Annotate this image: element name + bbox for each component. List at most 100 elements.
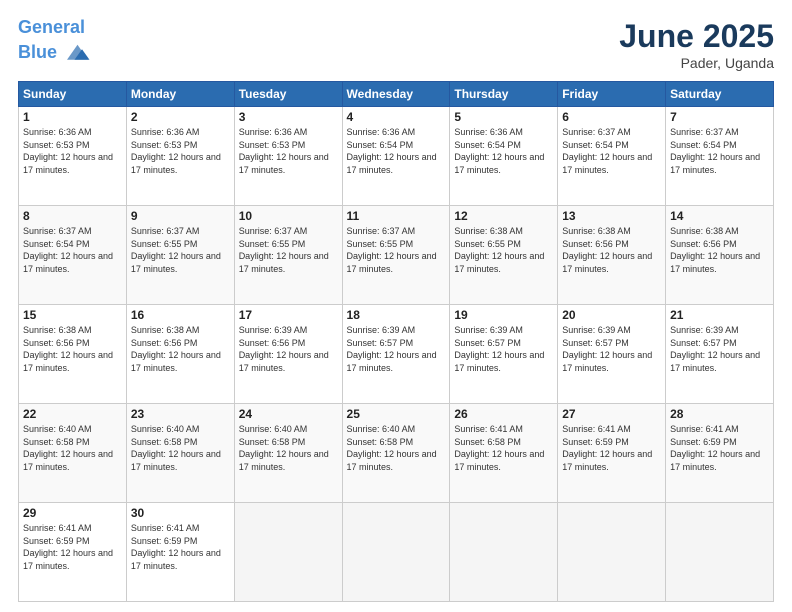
day-number: 8 xyxy=(23,209,122,223)
day-number: 10 xyxy=(239,209,338,223)
calendar-cell: 6 Sunrise: 6:37 AM Sunset: 6:54 PM Dayli… xyxy=(558,107,666,206)
calendar-cell: 21 Sunrise: 6:39 AM Sunset: 6:57 PM Dayl… xyxy=(666,305,774,404)
calendar-cell xyxy=(234,503,342,602)
day-info: Sunrise: 6:39 AM Sunset: 6:57 PM Dayligh… xyxy=(562,324,661,374)
day-info: Sunrise: 6:39 AM Sunset: 6:56 PM Dayligh… xyxy=(239,324,338,374)
day-number: 24 xyxy=(239,407,338,421)
day-number: 27 xyxy=(562,407,661,421)
day-info: Sunrise: 6:38 AM Sunset: 6:56 PM Dayligh… xyxy=(131,324,230,374)
day-number: 19 xyxy=(454,308,553,322)
day-info: Sunrise: 6:38 AM Sunset: 6:56 PM Dayligh… xyxy=(562,225,661,275)
day-info: Sunrise: 6:38 AM Sunset: 6:56 PM Dayligh… xyxy=(23,324,122,374)
day-info: Sunrise: 6:41 AM Sunset: 6:59 PM Dayligh… xyxy=(131,522,230,572)
calendar-cell: 5 Sunrise: 6:36 AM Sunset: 6:54 PM Dayli… xyxy=(450,107,558,206)
day-info: Sunrise: 6:38 AM Sunset: 6:55 PM Dayligh… xyxy=(454,225,553,275)
calendar-cell: 13 Sunrise: 6:38 AM Sunset: 6:56 PM Dayl… xyxy=(558,206,666,305)
day-info: Sunrise: 6:40 AM Sunset: 6:58 PM Dayligh… xyxy=(239,423,338,473)
day-info: Sunrise: 6:36 AM Sunset: 6:54 PM Dayligh… xyxy=(454,126,553,176)
calendar-week-row: 1 Sunrise: 6:36 AM Sunset: 6:53 PM Dayli… xyxy=(19,107,774,206)
day-info: Sunrise: 6:37 AM Sunset: 6:55 PM Dayligh… xyxy=(131,225,230,275)
day-info: Sunrise: 6:40 AM Sunset: 6:58 PM Dayligh… xyxy=(131,423,230,473)
col-header-wednesday: Wednesday xyxy=(342,82,450,107)
day-number: 30 xyxy=(131,506,230,520)
day-number: 28 xyxy=(670,407,769,421)
logo-general: General xyxy=(18,17,85,37)
day-number: 23 xyxy=(131,407,230,421)
day-number: 16 xyxy=(131,308,230,322)
calendar-cell: 19 Sunrise: 6:39 AM Sunset: 6:57 PM Dayl… xyxy=(450,305,558,404)
calendar-cell: 12 Sunrise: 6:38 AM Sunset: 6:55 PM Dayl… xyxy=(450,206,558,305)
day-number: 2 xyxy=(131,110,230,124)
calendar-cell: 20 Sunrise: 6:39 AM Sunset: 6:57 PM Dayl… xyxy=(558,305,666,404)
calendar-cell: 29 Sunrise: 6:41 AM Sunset: 6:59 PM Dayl… xyxy=(19,503,127,602)
calendar-cell xyxy=(342,503,450,602)
day-info: Sunrise: 6:37 AM Sunset: 6:54 PM Dayligh… xyxy=(562,126,661,176)
day-info: Sunrise: 6:39 AM Sunset: 6:57 PM Dayligh… xyxy=(670,324,769,374)
col-header-sunday: Sunday xyxy=(19,82,127,107)
day-number: 7 xyxy=(670,110,769,124)
header: General Blue June 2025 Pader, Uganda xyxy=(18,18,774,71)
day-info: Sunrise: 6:41 AM Sunset: 6:58 PM Dayligh… xyxy=(454,423,553,473)
month-title: June 2025 xyxy=(619,18,774,55)
calendar-cell: 7 Sunrise: 6:37 AM Sunset: 6:54 PM Dayli… xyxy=(666,107,774,206)
calendar-week-row: 15 Sunrise: 6:38 AM Sunset: 6:56 PM Dayl… xyxy=(19,305,774,404)
day-number: 4 xyxy=(347,110,446,124)
calendar-cell: 3 Sunrise: 6:36 AM Sunset: 6:53 PM Dayli… xyxy=(234,107,342,206)
calendar-week-row: 29 Sunrise: 6:41 AM Sunset: 6:59 PM Dayl… xyxy=(19,503,774,602)
logo: General Blue xyxy=(18,18,91,68)
day-number: 13 xyxy=(562,209,661,223)
calendar-cell: 24 Sunrise: 6:40 AM Sunset: 6:58 PM Dayl… xyxy=(234,404,342,503)
day-number: 20 xyxy=(562,308,661,322)
logo-blue: Blue xyxy=(18,43,57,63)
day-info: Sunrise: 6:37 AM Sunset: 6:54 PM Dayligh… xyxy=(23,225,122,275)
col-header-monday: Monday xyxy=(126,82,234,107)
calendar-cell: 16 Sunrise: 6:38 AM Sunset: 6:56 PM Dayl… xyxy=(126,305,234,404)
day-number: 9 xyxy=(131,209,230,223)
day-number: 15 xyxy=(23,308,122,322)
day-info: Sunrise: 6:41 AM Sunset: 6:59 PM Dayligh… xyxy=(562,423,661,473)
calendar-cell xyxy=(558,503,666,602)
calendar-cell: 17 Sunrise: 6:39 AM Sunset: 6:56 PM Dayl… xyxy=(234,305,342,404)
col-header-friday: Friday xyxy=(558,82,666,107)
day-number: 12 xyxy=(454,209,553,223)
day-number: 26 xyxy=(454,407,553,421)
day-number: 25 xyxy=(347,407,446,421)
day-info: Sunrise: 6:39 AM Sunset: 6:57 PM Dayligh… xyxy=(347,324,446,374)
day-info: Sunrise: 6:37 AM Sunset: 6:54 PM Dayligh… xyxy=(670,126,769,176)
day-info: Sunrise: 6:40 AM Sunset: 6:58 PM Dayligh… xyxy=(23,423,122,473)
day-info: Sunrise: 6:39 AM Sunset: 6:57 PM Dayligh… xyxy=(454,324,553,374)
calendar-cell: 30 Sunrise: 6:41 AM Sunset: 6:59 PM Dayl… xyxy=(126,503,234,602)
calendar-cell: 8 Sunrise: 6:37 AM Sunset: 6:54 PM Dayli… xyxy=(19,206,127,305)
calendar-cell: 27 Sunrise: 6:41 AM Sunset: 6:59 PM Dayl… xyxy=(558,404,666,503)
location: Pader, Uganda xyxy=(619,55,774,71)
calendar-cell: 25 Sunrise: 6:40 AM Sunset: 6:58 PM Dayl… xyxy=(342,404,450,503)
logo-icon xyxy=(61,38,91,68)
title-block: June 2025 Pader, Uganda xyxy=(619,18,774,71)
calendar-cell: 15 Sunrise: 6:38 AM Sunset: 6:56 PM Dayl… xyxy=(19,305,127,404)
day-info: Sunrise: 6:40 AM Sunset: 6:58 PM Dayligh… xyxy=(347,423,446,473)
calendar-cell: 4 Sunrise: 6:36 AM Sunset: 6:54 PM Dayli… xyxy=(342,107,450,206)
page: General Blue June 2025 Pader, Uganda Sun… xyxy=(0,0,792,612)
calendar-cell: 22 Sunrise: 6:40 AM Sunset: 6:58 PM Dayl… xyxy=(19,404,127,503)
day-number: 21 xyxy=(670,308,769,322)
day-info: Sunrise: 6:36 AM Sunset: 6:53 PM Dayligh… xyxy=(131,126,230,176)
day-info: Sunrise: 6:41 AM Sunset: 6:59 PM Dayligh… xyxy=(670,423,769,473)
calendar-cell: 10 Sunrise: 6:37 AM Sunset: 6:55 PM Dayl… xyxy=(234,206,342,305)
calendar-cell: 1 Sunrise: 6:36 AM Sunset: 6:53 PM Dayli… xyxy=(19,107,127,206)
day-number: 11 xyxy=(347,209,446,223)
day-number: 6 xyxy=(562,110,661,124)
calendar-week-row: 8 Sunrise: 6:37 AM Sunset: 6:54 PM Dayli… xyxy=(19,206,774,305)
day-number: 29 xyxy=(23,506,122,520)
calendar-week-row: 22 Sunrise: 6:40 AM Sunset: 6:58 PM Dayl… xyxy=(19,404,774,503)
calendar-cell: 9 Sunrise: 6:37 AM Sunset: 6:55 PM Dayli… xyxy=(126,206,234,305)
calendar-cell xyxy=(450,503,558,602)
col-header-thursday: Thursday xyxy=(450,82,558,107)
calendar-cell: 23 Sunrise: 6:40 AM Sunset: 6:58 PM Dayl… xyxy=(126,404,234,503)
day-number: 18 xyxy=(347,308,446,322)
day-number: 1 xyxy=(23,110,122,124)
day-info: Sunrise: 6:38 AM Sunset: 6:56 PM Dayligh… xyxy=(670,225,769,275)
calendar-table: SundayMondayTuesdayWednesdayThursdayFrid… xyxy=(18,81,774,602)
calendar-cell: 2 Sunrise: 6:36 AM Sunset: 6:53 PM Dayli… xyxy=(126,107,234,206)
day-info: Sunrise: 6:37 AM Sunset: 6:55 PM Dayligh… xyxy=(347,225,446,275)
day-number: 5 xyxy=(454,110,553,124)
